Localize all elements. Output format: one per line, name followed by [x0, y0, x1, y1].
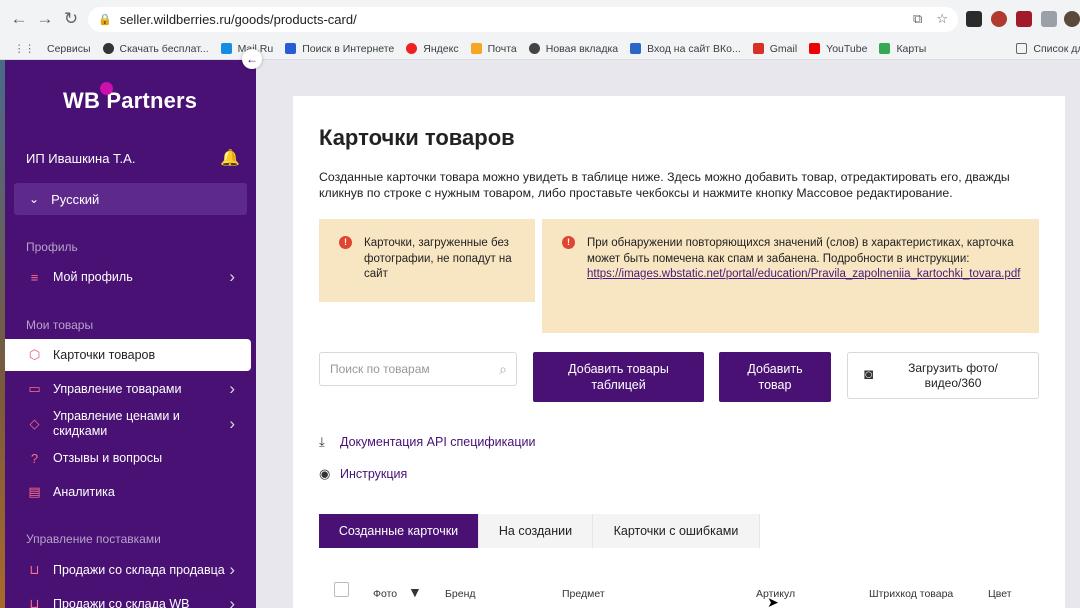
instruction-link[interactable]: https://images.wbstatic.net/portal/educa… — [587, 268, 1020, 280]
logo-dot — [100, 82, 113, 95]
search-icon: ⌕ — [499, 361, 507, 377]
chart-icon: ▤ — [28, 484, 41, 499]
bookmark-item[interactable]: Почта — [470, 43, 517, 55]
eye-icon: ◉ — [319, 466, 331, 481]
page-title: Карточки товаров — [319, 125, 515, 150]
sidebar-item-sales-wb[interactable]: ⊔ Продажи со склада WB › — [5, 593, 251, 608]
chevron-right-icon: › — [229, 414, 235, 433]
tab-in-creation[interactable]: На создании — [479, 514, 593, 548]
question-icon: ? — [30, 450, 39, 466]
warning-icon: ! — [339, 236, 352, 249]
avatar[interactable] — [1064, 11, 1080, 27]
bookmark-item[interactable]: Поиск в Интернете — [285, 43, 394, 55]
star-icon[interactable]: ☆ — [936, 11, 948, 27]
tab-created-cards[interactable]: Созданные карточки — [319, 514, 479, 548]
truck-icon: ▭ — [28, 381, 41, 396]
sidebar-item-reviews[interactable]: ? Отзывы и вопросы — [5, 447, 251, 469]
api-doc-link[interactable]: ⤓ Документация API спецификации — [319, 434, 535, 450]
chevron-right-icon: › — [229, 560, 235, 579]
add-goods-table-button[interactable]: Добавить товары таблицей — [533, 352, 704, 402]
download-icon: ⤓ — [319, 434, 325, 449]
column-header[interactable]: Бренд — [445, 588, 476, 600]
bell-icon[interactable]: 🔔 — [220, 148, 240, 168]
section-heading: Профиль — [26, 240, 78, 254]
share-icon[interactable]: ⧉ — [913, 11, 922, 27]
column-header[interactable]: Штрихкод товара — [869, 588, 953, 600]
select-all-checkbox[interactable] — [334, 582, 349, 597]
bookmark-item[interactable]: Карты — [879, 43, 926, 55]
language-selector[interactable]: ⌄ Русский — [14, 183, 247, 215]
extension-icon[interactable] — [991, 11, 1007, 27]
main-content: Карточки товаров Созданные карточки това… — [293, 96, 1065, 608]
language-label: Русский — [51, 191, 100, 207]
warning-icon: ! — [562, 236, 575, 249]
sidebar-item-my-profile[interactable]: ≡ Мой профиль › — [5, 266, 251, 288]
search-input[interactable]: Поиск по товарам ⌕ — [319, 352, 517, 386]
warning-spam: ! При обнаружении повторяющихся значений… — [542, 219, 1039, 333]
sidebar-item-goods-management[interactable]: ▭ Управление товарами › — [5, 378, 251, 400]
bookmark-item[interactable]: Сервисы — [47, 43, 91, 55]
bookmark-item[interactable]: Gmail — [752, 43, 797, 55]
puzzle-icon[interactable] — [1041, 11, 1057, 27]
apps-icon[interactable]: ⋮⋮ — [14, 43, 35, 55]
cards-tabs: Созданные карточки На создании Карточки … — [319, 514, 760, 548]
chevron-right-icon: › — [229, 594, 235, 608]
section-heading: Мои товары — [26, 318, 94, 332]
bookmark-item[interactable]: Список для чт — [1016, 43, 1080, 55]
bookmark-item[interactable]: YouTube — [809, 43, 867, 55]
column-header[interactable]: Фото — [373, 588, 397, 600]
mouse-cursor-icon: ➤ — [767, 594, 779, 608]
extension-icon[interactable] — [966, 11, 982, 27]
forward-icon[interactable]: → — [32, 6, 58, 32]
column-header[interactable]: Цвет — [988, 588, 1012, 600]
table-header: Фото ▼ Бренд Предмет Артикул Штрихкод то… — [319, 580, 1059, 606]
collapse-sidebar-button[interactable]: ← — [242, 49, 262, 69]
sliders-icon: ≡ — [30, 269, 39, 285]
bookmarks-bar: ⋮⋮ Сервисы Скачать бесплат... Mail.Ru По… — [0, 38, 1080, 60]
bookmark-item[interactable]: Вход на сайт ВКо... — [630, 43, 741, 55]
chevron-right-icon: › — [229, 267, 235, 286]
address-bar[interactable]: 🔒 seller.wildberries.ru/goods/products-c… — [88, 7, 958, 32]
sidebar-item-sales-seller[interactable]: ⊔ Продажи со склада продавца › — [5, 559, 251, 581]
sidebar-item-analytics[interactable]: ▤ Аналитика — [5, 481, 251, 503]
tag-icon: ◇ — [29, 416, 40, 431]
column-header[interactable]: Предмет — [562, 588, 605, 600]
bookmark-item[interactable]: Новая вкладка — [528, 43, 618, 55]
cart-icon: ⊔ — [29, 562, 40, 577]
add-item-button[interactable]: Добавить товар — [719, 352, 831, 402]
user-name: ИП Ивашкина Т.А. — [26, 151, 136, 166]
page-description: Созданные карточки товара можно увидеть … — [319, 170, 1010, 200]
chevron-down-icon: ⌄ — [29, 192, 40, 206]
camera-icon: ◙ — [864, 366, 874, 383]
reload-icon[interactable]: ↻ — [58, 6, 84, 32]
chevron-right-icon: › — [229, 379, 235, 398]
instruction-button[interactable]: ◉ Инструкция — [319, 466, 407, 482]
tab-cards-with-errors[interactable]: Карточки с ошибками — [593, 514, 760, 548]
sidebar: WB Partners ИП Ивашкина Т.А. 🔔 ⌄ Русский… — [5, 60, 256, 608]
extension-icon[interactable] — [1016, 11, 1032, 27]
browser-toolbar: ← → ↻ 🔒 seller.wildberries.ru/goods/prod… — [0, 0, 1080, 38]
upload-media-button[interactable]: ◙ Загрузить фото/видео/360 — [847, 352, 1039, 399]
sidebar-item-product-cards[interactable]: ⬡ Карточки товаров — [5, 339, 251, 371]
logo[interactable]: WB Partners — [63, 82, 197, 114]
url-text: seller.wildberries.ru/goods/products-car… — [119, 12, 357, 27]
sidebar-item-price-management[interactable]: ◇ Управление ценами и скидками › — [5, 408, 251, 440]
bookmark-item[interactable]: Яндекс — [406, 43, 459, 55]
filter-icon[interactable]: ▼ — [408, 584, 422, 600]
back-icon[interactable]: ← — [6, 6, 32, 32]
cart-icon: ⊔ — [29, 596, 40, 608]
bookmark-item[interactable]: Скачать бесплат... — [102, 43, 209, 55]
lock-icon: 🔒 — [98, 14, 112, 26]
section-heading: Управление поставками — [26, 532, 161, 546]
box-icon: ⬡ — [28, 347, 41, 362]
warning-no-photo: ! Карточки, загруженные без фотографии, … — [319, 219, 535, 302]
